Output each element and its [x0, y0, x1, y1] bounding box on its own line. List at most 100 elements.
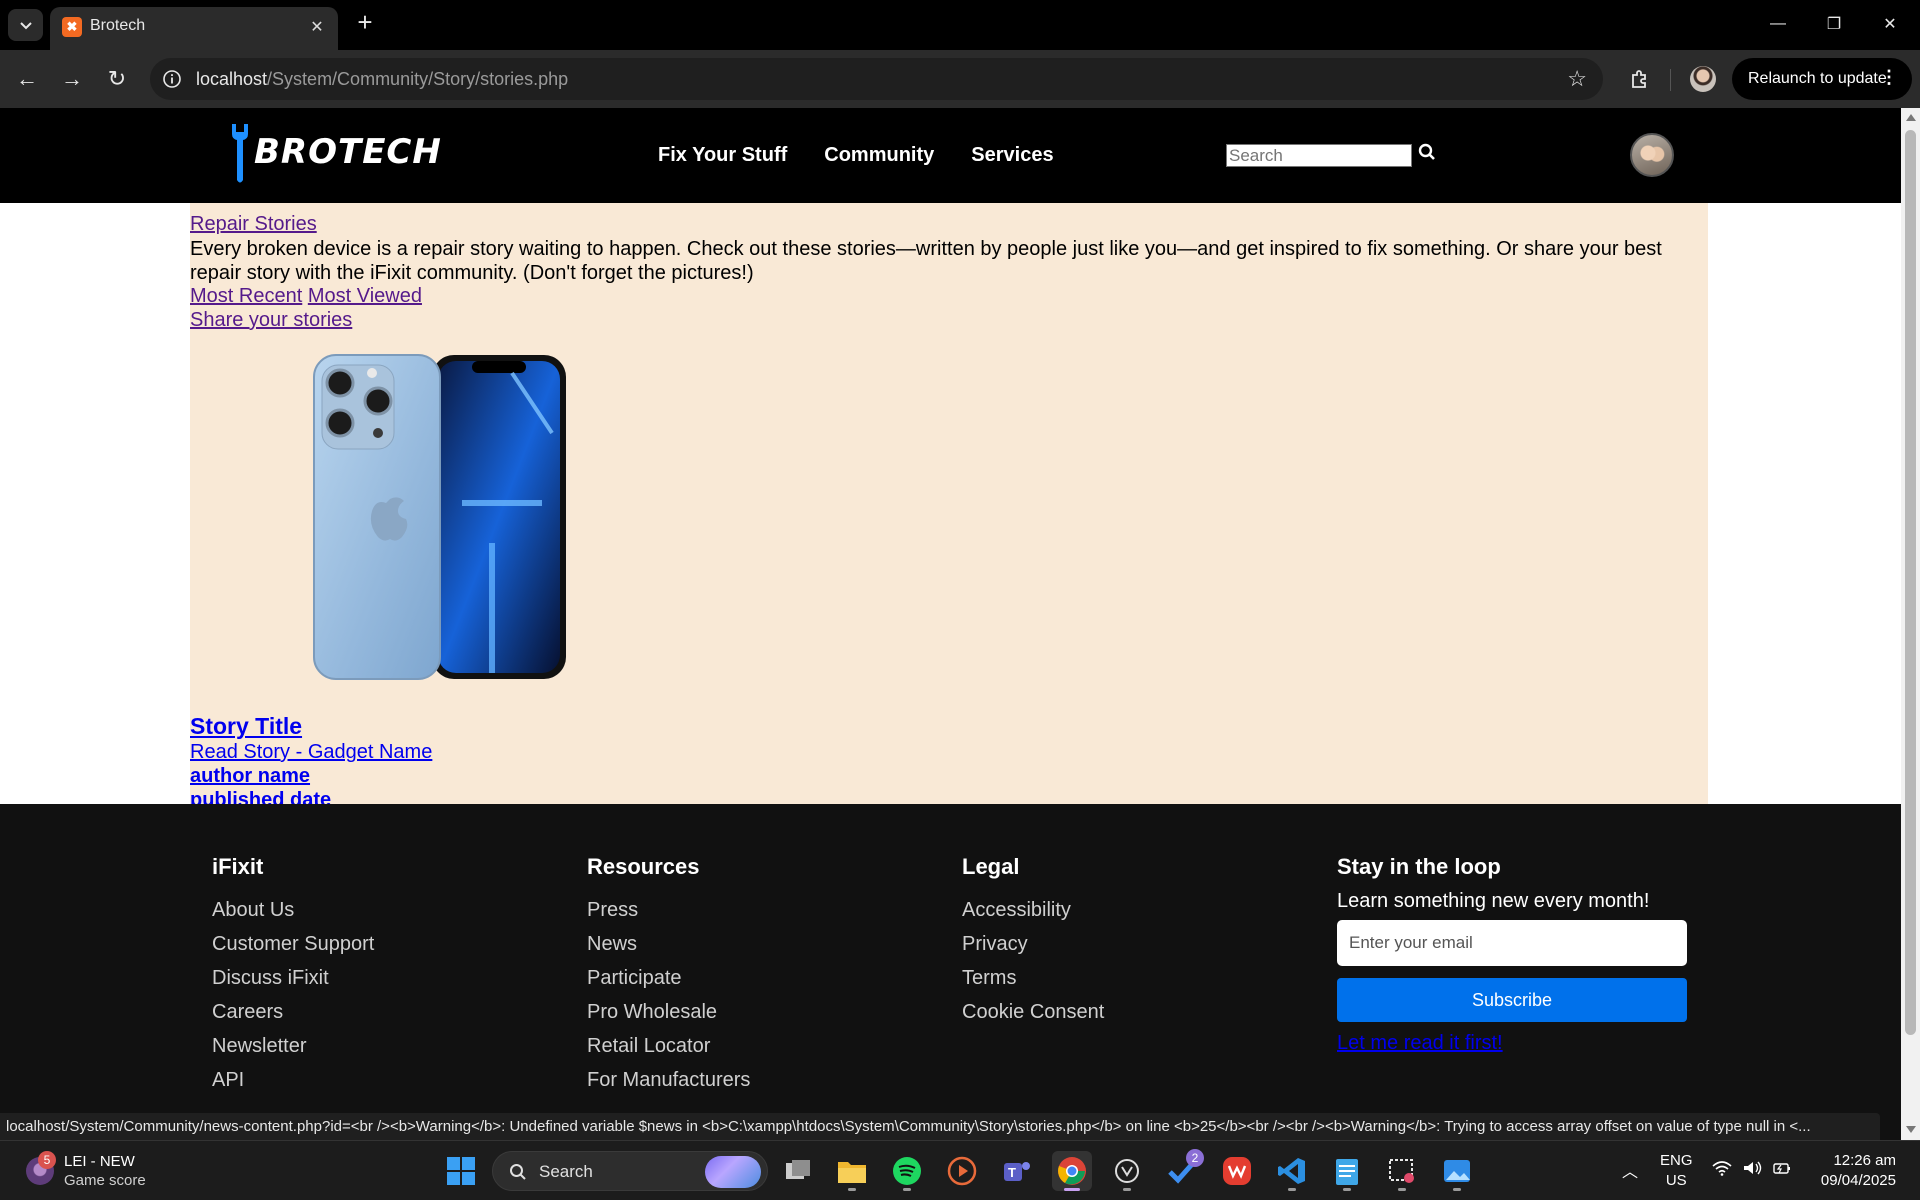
read-story-link[interactable]: Read Story - Gadget Name — [190, 741, 432, 764]
wps-office-icon[interactable] — [1217, 1151, 1257, 1191]
footer-col-title: Resources — [587, 854, 700, 879]
language-indicator[interactable]: ENG US — [1660, 1151, 1693, 1191]
widget-badge: 5 — [38, 1151, 56, 1169]
media-player-icon[interactable] — [942, 1151, 982, 1191]
running-indicator — [1288, 1188, 1296, 1191]
window-close-icon[interactable]: ✕ — [1870, 8, 1910, 40]
notepad-icon[interactable] — [1327, 1151, 1367, 1191]
link-status-bubble: localhost/System/Community/news-content.… — [0, 1113, 1880, 1140]
url-host: localhost — [196, 69, 268, 89]
quick-settings[interactable] — [1712, 1160, 1792, 1176]
start-windows-icon[interactable] — [441, 1151, 481, 1191]
browser-tab-bar: ✖ Brotech ✕ + — ❐ ✕ — [0, 0, 1920, 50]
email-field[interactable]: Enter your email — [1337, 920, 1687, 966]
new-tab-plus-icon[interactable]: + — [352, 9, 378, 36]
nav-fix-your-stuff[interactable]: Fix Your Stuff — [658, 144, 787, 167]
footer-link-customer-support[interactable]: Customer Support — [212, 927, 374, 961]
bookmark-star-icon[interactable]: ☆ — [1567, 66, 1587, 92]
chatgpt-icon[interactable] — [1107, 1151, 1147, 1191]
spotify-icon[interactable] — [887, 1151, 927, 1191]
footer-link-careers[interactable]: Careers — [212, 995, 374, 1029]
url-path: /System/Community/Story/stories.php — [267, 69, 569, 89]
site-search-input[interactable]: Search — [1226, 144, 1412, 167]
tab-close-icon[interactable]: ✕ — [306, 16, 328, 38]
scroll-thumb[interactable] — [1905, 130, 1916, 1035]
browser-profile-avatar[interactable] — [1690, 66, 1716, 92]
page-scrollbar[interactable] — [1901, 108, 1920, 1140]
widgets-button[interactable]: 5 LEI - NEW Game score — [22, 1151, 222, 1193]
vscode-icon[interactable] — [1272, 1151, 1312, 1191]
widget-title: LEI - NEW — [64, 1153, 135, 1170]
read-first-link[interactable]: Let me read it first! — [1337, 1032, 1503, 1055]
footer-link-about-us[interactable]: About Us — [212, 893, 374, 927]
footer-col-legal: Legal Accessibility Privacy Terms Cookie… — [962, 854, 1104, 1029]
story-title-link[interactable]: Story Title — [190, 713, 302, 740]
todo-icon[interactable]: 2 — [1162, 1149, 1204, 1191]
search-icon[interactable] — [1418, 143, 1438, 163]
repair-stories-link[interactable]: Repair Stories — [190, 213, 317, 236]
footer-link-participate[interactable]: Participate — [587, 961, 750, 995]
browser-tab-active[interactable]: ✖ Brotech ✕ — [50, 7, 338, 50]
relaunch-to-update-button[interactable]: Relaunch to update ⋮ — [1732, 58, 1912, 100]
footer-newsletter: Stay in the loop Learn something new eve… — [1337, 854, 1687, 1114]
newsletter-title: Stay in the loop — [1337, 854, 1501, 879]
clock[interactable]: 12:26 am 09/04/2025 — [1812, 1151, 1896, 1191]
tray-overflow-chevron-icon[interactable]: ︿ — [1622, 1158, 1638, 1182]
most-viewed-link[interactable]: Most Viewed — [308, 285, 422, 307]
intro-text: Every broken device is a repair story wa… — [190, 238, 1662, 284]
minimize-icon[interactable]: — — [1758, 8, 1798, 40]
logo-text: BROTECH — [254, 132, 442, 172]
scroll-down-arrow-icon[interactable] — [1906, 1126, 1916, 1133]
chevron-down-icon — [19, 22, 32, 30]
nav-services[interactable]: Services — [971, 144, 1053, 167]
footer-link-newsletter[interactable]: Newsletter — [212, 1029, 374, 1063]
running-indicator — [1123, 1188, 1131, 1191]
nav-community[interactable]: Community — [824, 144, 934, 167]
extensions-puzzle-icon[interactable] — [1624, 63, 1656, 95]
footer-link-api[interactable]: API — [212, 1063, 374, 1097]
footer-link-privacy[interactable]: Privacy — [962, 927, 1104, 961]
task-view-icon[interactable] — [778, 1151, 818, 1191]
tab-title: Brotech — [90, 17, 146, 34]
reload-icon[interactable]: ↻ — [101, 63, 133, 95]
footer-link-retail-locator[interactable]: Retail Locator — [587, 1029, 750, 1063]
footer-link-terms[interactable]: Terms — [962, 961, 1104, 995]
story-phone-image[interactable] — [312, 353, 568, 681]
most-recent-link[interactable]: Most Recent — [190, 285, 302, 307]
site-footer: iFixit About Us Customer Support Discuss… — [0, 804, 1901, 1140]
url-text[interactable]: localhost/System/Community/Story/stories… — [196, 69, 568, 90]
footer-link-cookie-consent[interactable]: Cookie Consent — [962, 995, 1104, 1029]
subscribe-button[interactable]: Subscribe — [1337, 978, 1687, 1022]
author-name-link[interactable]: author name — [190, 765, 310, 788]
back-arrow-icon[interactable]: ← — [11, 63, 43, 95]
lang-code: ENG — [1660, 1152, 1693, 1169]
relaunch-label: Relaunch to update — [1748, 70, 1887, 87]
tab-search-button[interactable] — [8, 9, 43, 41]
snipping-tool-icon[interactable] — [1382, 1151, 1422, 1191]
footer-col-title: iFixit — [212, 854, 264, 879]
taskbar-search[interactable]: Search — [492, 1151, 768, 1191]
teams-icon[interactable]: T — [997, 1151, 1037, 1191]
footer-link-press[interactable]: Press — [587, 893, 750, 927]
svg-text:T: T — [1008, 1165, 1016, 1180]
photos-icon[interactable] — [1437, 1151, 1477, 1191]
more-menu-icon[interactable]: ⋮ — [1880, 67, 1898, 88]
footer-link-accessibility[interactable]: Accessibility — [962, 893, 1104, 927]
browser-toolbar: ← → ↻ localhost/System/Community/Story/s… — [0, 50, 1920, 108]
footer-link-pro-wholesale[interactable]: Pro Wholesale — [587, 995, 750, 1029]
chrome-icon[interactable] — [1052, 1151, 1092, 1191]
forward-arrow-icon[interactable]: → — [56, 63, 88, 95]
site-info-icon[interactable] — [160, 67, 184, 91]
running-indicator — [1398, 1188, 1406, 1191]
share-stories-link[interactable]: Share your stories — [190, 309, 352, 332]
user-avatar[interactable] — [1630, 133, 1674, 177]
file-explorer-icon[interactable] — [832, 1151, 872, 1191]
restore-icon[interactable]: ❐ — [1814, 8, 1854, 40]
search-icon — [510, 1164, 526, 1180]
footer-link-news[interactable]: News — [587, 927, 750, 961]
brotech-logo[interactable]: BROTECH — [228, 122, 448, 188]
footer-link-for-manufacturers[interactable]: For Manufacturers — [587, 1063, 750, 1097]
scroll-up-arrow-icon[interactable] — [1906, 114, 1916, 121]
address-bar[interactable]: localhost/System/Community/Story/stories… — [150, 58, 1603, 100]
footer-link-discuss[interactable]: Discuss iFixit — [212, 961, 374, 995]
